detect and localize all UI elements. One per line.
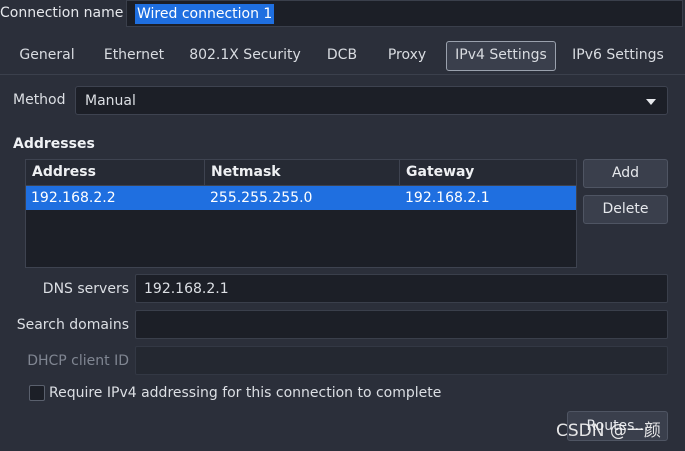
search-domains-label: Search domains <box>16 317 129 333</box>
chevron-down-icon <box>646 99 656 105</box>
search-domains-input[interactable] <box>135 310 668 339</box>
cell-netmask[interactable]: 255.255.255.0 <box>205 186 400 210</box>
addresses-table: Address Netmask Gateway 192.168.2.2 255.… <box>25 159 577 268</box>
column-header-gateway[interactable]: Gateway <box>400 160 576 185</box>
dns-servers-input[interactable]: 192.168.2.1 <box>135 274 668 303</box>
tab-ipv4-settings[interactable]: IPv4 Settings <box>446 41 556 71</box>
method-value: Manual <box>85 93 136 109</box>
tab-802-1x-security[interactable]: 802.1X Security <box>183 41 307 69</box>
column-header-address[interactable]: Address <box>26 160 205 185</box>
table-header: Address Netmask Gateway <box>26 160 576 186</box>
require-ipv4-checkbox[interactable] <box>29 385 45 401</box>
tab-proxy[interactable]: Proxy <box>377 41 437 69</box>
connection-name-label: Connection name <box>0 5 124 21</box>
cell-address[interactable]: 192.168.2.2 <box>26 186 205 210</box>
tab-strip: General Ethernet 802.1X Security DCB Pro… <box>0 35 685 75</box>
method-label: Method <box>13 92 66 108</box>
tab-ethernet[interactable]: Ethernet <box>95 41 173 69</box>
column-header-netmask[interactable]: Netmask <box>205 160 400 185</box>
method-select[interactable]: Manual <box>75 86 668 115</box>
cell-gateway[interactable]: 192.168.2.1 <box>400 186 576 210</box>
connection-name-value: Wired connection 1 <box>135 4 275 24</box>
tab-dcb[interactable]: DCB <box>318 41 366 69</box>
require-ipv4-label[interactable]: Require IPv4 addressing for this connect… <box>49 383 441 403</box>
tab-ipv6-settings[interactable]: IPv6 Settings <box>564 41 672 69</box>
addresses-title: Addresses <box>13 136 95 152</box>
table-row[interactable]: 192.168.2.2 255.255.255.0 192.168.2.1 <box>26 186 576 210</box>
add-button[interactable]: Add <box>583 159 668 188</box>
dns-servers-value: 192.168.2.1 <box>144 281 229 297</box>
tab-general[interactable]: General <box>10 41 84 69</box>
dns-servers-label: DNS servers <box>42 281 129 297</box>
watermark: CSDN @一颜 <box>556 421 661 441</box>
dhcp-client-id-label: DHCP client ID <box>27 353 129 369</box>
dhcp-client-id-input[interactable] <box>135 346 668 375</box>
delete-button[interactable]: Delete <box>583 195 668 224</box>
connection-name-input[interactable]: Wired connection 1 <box>126 0 683 27</box>
